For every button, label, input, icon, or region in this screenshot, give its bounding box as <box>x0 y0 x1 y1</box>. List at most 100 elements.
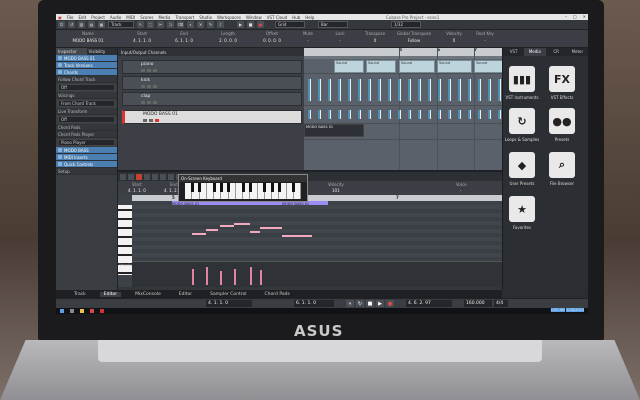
minimize-icon[interactable]: – <box>565 14 567 19</box>
solo-button[interactable] <box>147 69 151 72</box>
audio-event[interactable]: Sound <box>437 60 472 73</box>
kick-hit[interactable] <box>468 79 471 101</box>
range-tool-icon[interactable]: ⬚ <box>147 21 154 28</box>
menu-scores[interactable]: Scores <box>140 15 153 20</box>
inspector-row[interactable]: Setup <box>56 168 117 175</box>
info-end[interactable]: End 6. 1. 1. 0 <box>164 31 204 43</box>
midi-note[interactable] <box>234 223 250 225</box>
clap-hit[interactable] <box>318 110 321 119</box>
menu-studio[interactable]: Studio <box>199 15 212 20</box>
loops-icon[interactable]: ↻ <box>509 108 535 134</box>
info-name[interactable]: Name MODO BASS 01 <box>60 31 116 43</box>
right-locator[interactable]: 6. 1. 1. 0 <box>294 300 334 307</box>
info-root-key[interactable]: Root Key - <box>470 31 500 43</box>
inspector-row[interactable]: MIDI Inserts <box>56 154 117 161</box>
kick-hit[interactable] <box>488 79 491 101</box>
tab-track[interactable]: Track <box>70 292 90 297</box>
inspector-row[interactable]: Chords <box>56 69 117 76</box>
inspector-row[interactable]: Track Versions <box>56 62 117 69</box>
audio-event[interactable]: Sound <box>334 60 364 73</box>
audio-event[interactable]: Sound <box>366 60 396 73</box>
clap-hit[interactable] <box>478 110 481 119</box>
grid-type-select[interactable]: Bar <box>318 21 348 28</box>
select-tool-icon[interactable]: ↖ <box>137 21 144 28</box>
quantize-select[interactable]: 1/32 <box>391 21 421 28</box>
clap-hit[interactable] <box>428 110 431 119</box>
menu-audio[interactable]: Audio <box>110 15 121 20</box>
solo-button[interactable] <box>147 101 151 104</box>
signature-display[interactable]: 4/4 <box>494 300 508 307</box>
track-modo-bass[interactable]: MODO BASS 01 <box>122 110 302 124</box>
info-velocity[interactable]: Velocity 0 <box>440 31 468 43</box>
info-lock[interactable]: Lock - <box>328 31 352 43</box>
mute-button[interactable] <box>143 119 147 122</box>
clap-hit[interactable] <box>458 110 461 119</box>
record-enable-button[interactable] <box>153 101 157 104</box>
velocity-lane[interactable] <box>132 261 502 287</box>
midi-note[interactable] <box>250 231 260 233</box>
info-global-transpose[interactable]: Global Transpose Follow <box>392 31 436 43</box>
inspector-row[interactable]: MODO BASS 01 <box>56 55 117 62</box>
info-mute[interactable]: Mute - <box>296 31 320 43</box>
kick-hit[interactable] <box>338 79 341 101</box>
clap-hit[interactable] <box>468 110 471 119</box>
info-transpose[interactable]: Transpose 0 <box>360 31 390 43</box>
fx-icon[interactable]: FX <box>549 66 575 92</box>
inspector-row[interactable]: MODO BASS <box>56 147 117 154</box>
menu-window[interactable]: Window <box>246 15 262 20</box>
kick-hit[interactable] <box>308 79 311 101</box>
search-icon[interactable] <box>70 309 74 313</box>
split-tool-icon[interactable] <box>168 173 174 180</box>
midi-note[interactable] <box>192 233 206 235</box>
inspector-row[interactable]: Chord Pads Player <box>56 131 117 138</box>
note-grid[interactable] <box>132 205 502 261</box>
note-voice[interactable]: - <box>460 188 461 193</box>
track-clap[interactable]: clap <box>122 92 302 106</box>
menu-file[interactable]: File <box>67 15 74 20</box>
black-key[interactable] <box>198 183 201 192</box>
clap-hit[interactable] <box>328 110 331 119</box>
midi-part[interactable]: MODO BASS 01 <box>304 124 364 137</box>
clap-hit[interactable] <box>308 110 311 119</box>
clap-hit[interactable] <box>438 110 441 119</box>
note-velocity[interactable]: 101 <box>332 188 340 193</box>
listen-icon[interactable] <box>128 173 134 180</box>
kick-hit[interactable] <box>438 79 441 101</box>
menu-media[interactable]: Media <box>158 15 170 20</box>
inspector-row[interactable]: Off <box>58 84 115 91</box>
midi-note[interactable] <box>260 227 282 229</box>
clap-hit[interactable] <box>358 110 361 119</box>
play-tool-icon[interactable]: ♪ <box>217 21 224 28</box>
midi-note[interactable] <box>206 229 218 231</box>
tab-inspector[interactable]: Inspector <box>56 48 87 55</box>
inspector-row[interactable]: Off <box>58 116 115 123</box>
presets-icon[interactable]: ●● <box>549 108 575 134</box>
kick-hit[interactable] <box>328 79 331 101</box>
solo-button[interactable] <box>147 85 151 88</box>
mute-button[interactable] <box>141 69 145 72</box>
velocity-bar[interactable] <box>260 270 262 285</box>
kick-hit[interactable] <box>458 79 461 101</box>
position-display[interactable]: 4. 6. 2. 97 <box>406 300 452 307</box>
snap-type-select[interactable]: Grid <box>275 21 305 28</box>
mute-button[interactable] <box>141 85 145 88</box>
split-tool-icon[interactable]: ✂ <box>157 21 164 28</box>
clap-hit[interactable] <box>418 110 421 119</box>
velocity-bar[interactable] <box>220 271 222 285</box>
erase-tool-icon[interactable] <box>160 173 166 180</box>
info-offset[interactable]: Offset 0. 0. 0. 0 <box>252 31 292 43</box>
menu-project[interactable]: Project <box>91 15 105 20</box>
record-icon[interactable] <box>136 173 142 180</box>
clap-hit[interactable] <box>378 110 381 119</box>
menu-workspaces[interactable]: Workspaces <box>217 15 241 20</box>
solo-button[interactable] <box>149 119 153 122</box>
stop-icon[interactable]: ■ <box>247 21 254 28</box>
clap-hit[interactable] <box>388 110 391 119</box>
black-key[interactable] <box>270 183 274 192</box>
kick-hit[interactable] <box>418 79 421 101</box>
record-enable-button[interactable] <box>153 69 157 72</box>
velocity-bar[interactable] <box>206 267 208 285</box>
piano-icon[interactable]: ▮▮▮ <box>509 66 535 92</box>
clap-hit[interactable] <box>368 110 371 119</box>
glue-tool-icon[interactable]: ⊃ <box>167 21 174 28</box>
